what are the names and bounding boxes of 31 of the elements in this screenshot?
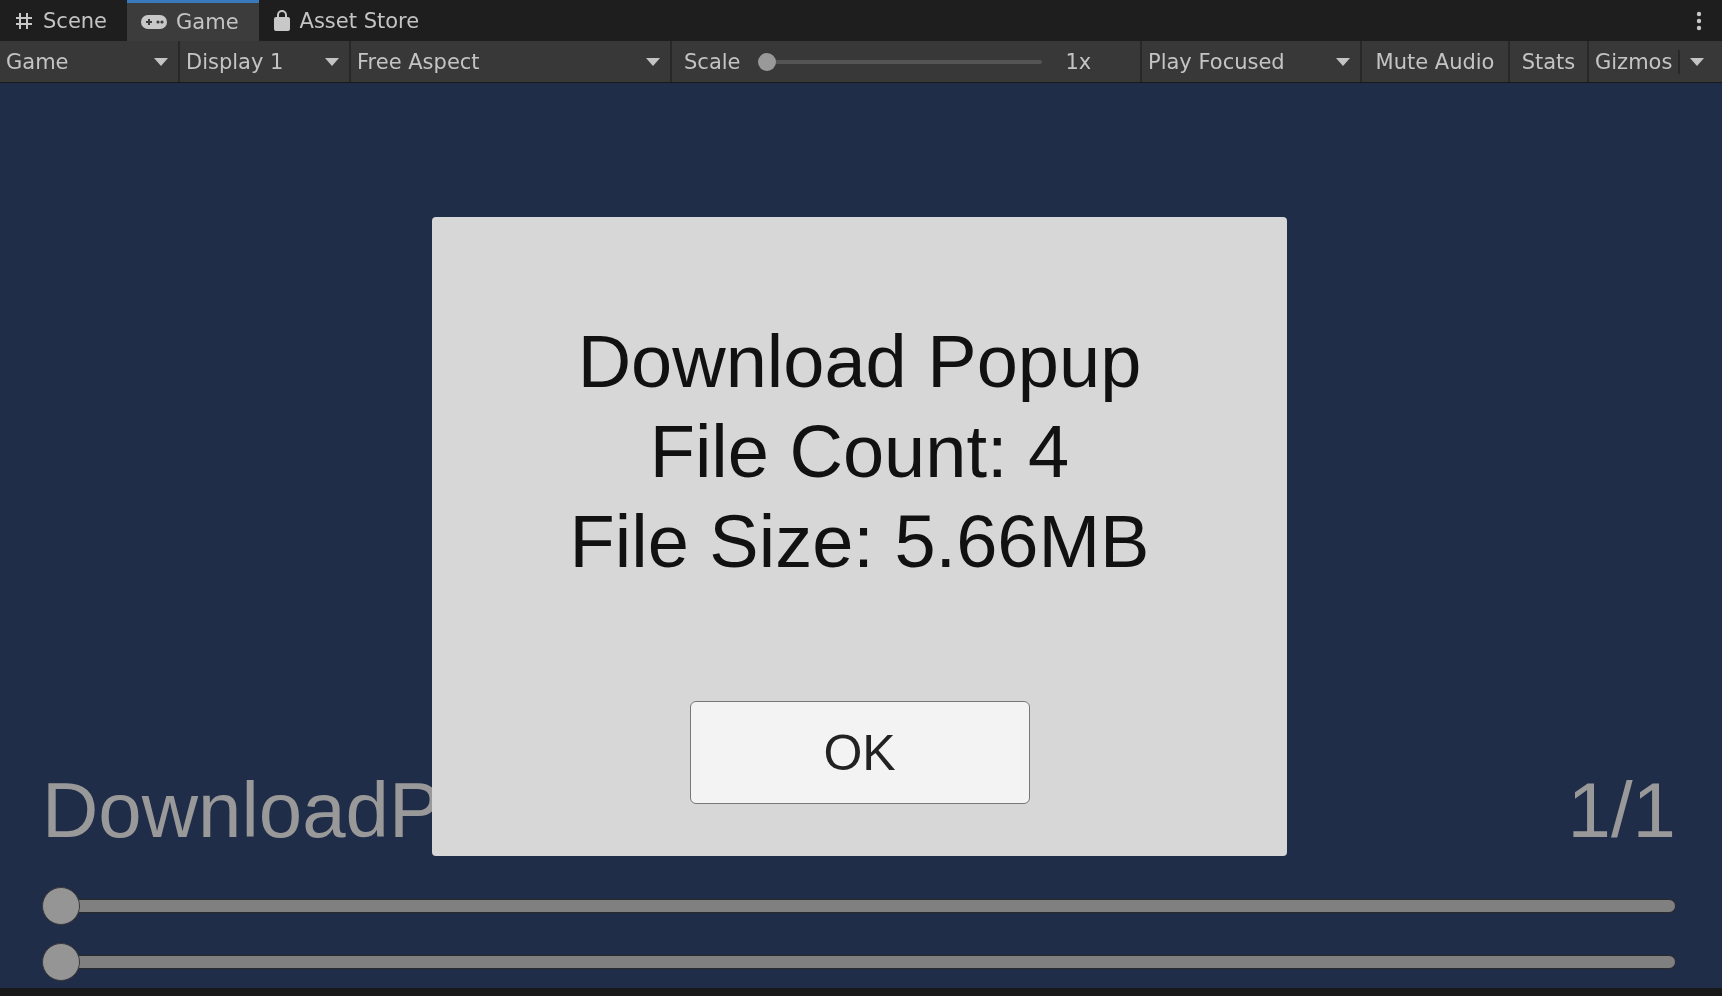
- title-text: DownloadP: [42, 765, 441, 855]
- caret-icon[interactable]: [1690, 57, 1705, 66]
- caret-icon: [325, 57, 339, 66]
- slider-thumb[interactable]: [757, 52, 776, 71]
- popup-text: File Count: 4: [649, 409, 1070, 495]
- popup-text: Download Popup: [577, 319, 1142, 405]
- caret-icon: [1336, 57, 1350, 66]
- dropdown[interactable]: Play Focused: [1142, 41, 1360, 82]
- scale-value: 1x: [1065, 49, 1092, 74]
- dropdown[interactable]: Display 1: [180, 41, 349, 82]
- dropdown[interactable]: Game: [0, 41, 178, 82]
- gamepad-icon: [141, 14, 168, 30]
- dropdown[interactable]: Free Aspect: [351, 41, 670, 82]
- ok-button[interactable]: OK: [689, 701, 1030, 804]
- toggle-button[interactable]: Stats: [1510, 41, 1587, 82]
- slider-handle[interactable]: [42, 887, 80, 925]
- scale-label: Scale: [684, 49, 741, 74]
- popup-text: File Size: 5.66MB: [569, 499, 1150, 585]
- caret-icon: [646, 57, 660, 66]
- slider[interactable]: [42, 887, 1676, 925]
- tab[interactable]: Game: [127, 0, 259, 41]
- toggle-button[interactable]: Mute Audio: [1362, 41, 1508, 82]
- tab[interactable]: Scene: [0, 0, 128, 41]
- more-options-icon[interactable]: [1696, 10, 1702, 31]
- tab[interactable]: Asset Store: [258, 0, 440, 41]
- caret-icon: [154, 57, 168, 66]
- page-counter: 1/1: [1567, 765, 1676, 855]
- slider-handle[interactable]: [42, 943, 80, 981]
- scale-slider[interactable]: [757, 52, 1042, 71]
- grid-icon: [14, 10, 34, 31]
- slider[interactable]: [42, 943, 1676, 981]
